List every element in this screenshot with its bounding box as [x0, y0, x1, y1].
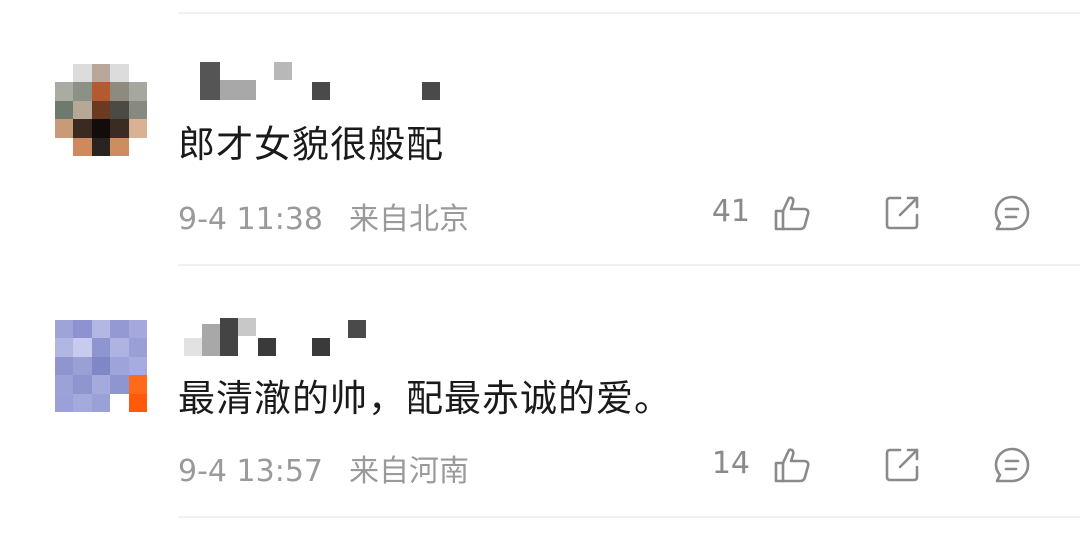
bottom-divider	[178, 516, 1080, 518]
comment-divider	[178, 264, 1080, 266]
username[interactable]	[178, 318, 478, 358]
comment-icon[interactable]	[992, 445, 1032, 485]
comment-time: 9-4 13:57	[178, 454, 323, 489]
like-count: 14	[711, 446, 750, 481]
comment-text: 最清澈的帅，配最赤诚的爱。	[178, 377, 672, 420]
share-icon[interactable]	[882, 445, 922, 485]
comment-meta: 9-4 13:57 来自河南	[178, 446, 469, 490]
thumbs-up-icon[interactable]	[772, 445, 812, 485]
avatar[interactable]	[55, 320, 147, 412]
comment-item: 最清澈的帅，配最赤诚的爱。 9-4 13:57 来自河南 14	[0, 0, 1080, 489]
comment-location: 来自河南	[349, 454, 469, 489]
